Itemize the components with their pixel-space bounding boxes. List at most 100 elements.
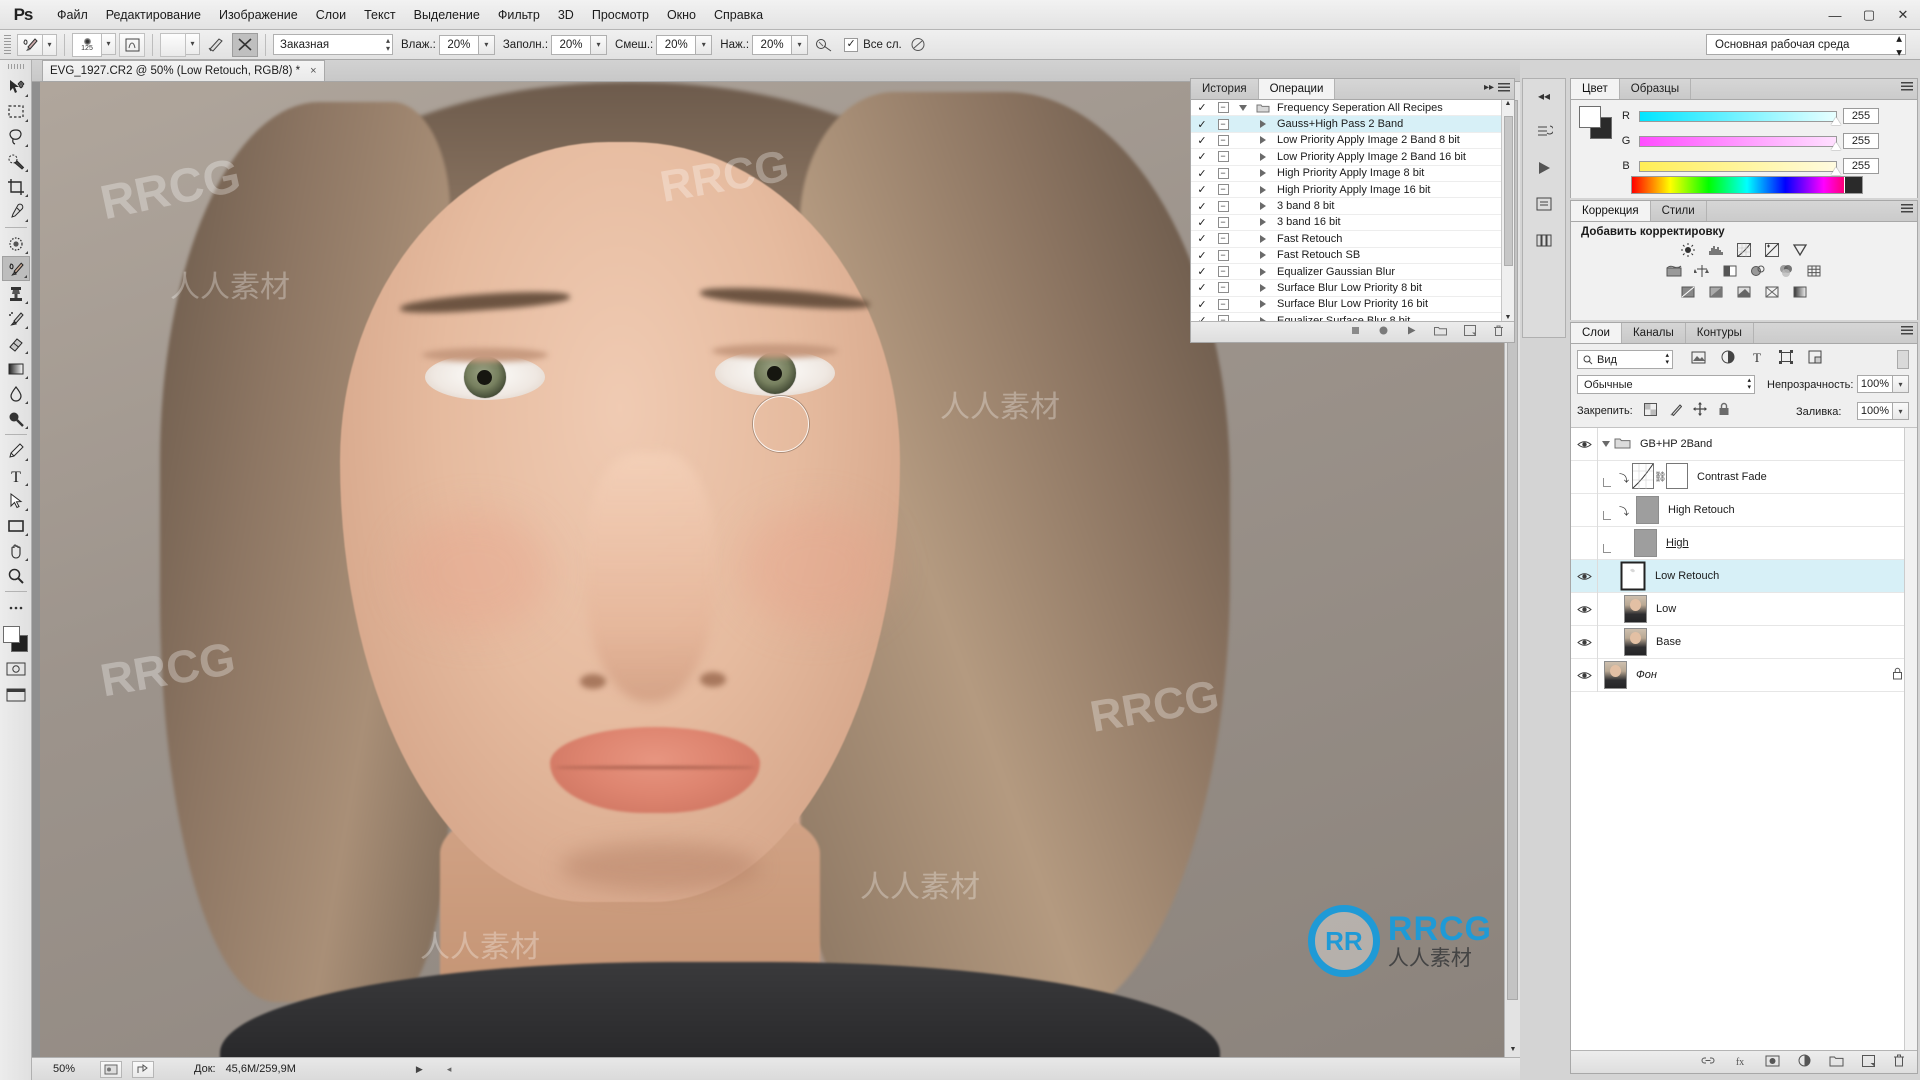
load-control[interactable]: 20% ▾ bbox=[551, 35, 607, 55]
marquee-tool[interactable] bbox=[2, 99, 30, 124]
sample-all-layers-checkbox[interactable]: ✓ Все сл. bbox=[844, 38, 902, 52]
blur-tool-flyout-icon[interactable] bbox=[25, 401, 28, 404]
layer-row[interactable]: ⤵ ⛓ Contrast Fade bbox=[1571, 461, 1917, 494]
dodge-tool-flyout-icon[interactable] bbox=[25, 426, 28, 429]
action-row[interactable]: ✓−Frequency Seperation All Recipes bbox=[1191, 100, 1514, 116]
fx-icon[interactable]: fx bbox=[1733, 1055, 1747, 1070]
layer-name[interactable]: High Retouch bbox=[1659, 504, 1735, 516]
current-brush-load-picker[interactable]: ▾ bbox=[160, 33, 200, 57]
mixer-brush-tool-flyout-icon[interactable] bbox=[24, 275, 27, 278]
new-action-icon[interactable] bbox=[1464, 325, 1476, 339]
actions-scroll-thumb[interactable] bbox=[1504, 116, 1513, 266]
layer-visibility-icon[interactable] bbox=[1571, 439, 1597, 450]
pen-tool[interactable] bbox=[2, 438, 30, 463]
close-icon[interactable]: × bbox=[310, 65, 316, 77]
layer-row[interactable]: Base bbox=[1571, 626, 1917, 659]
fill-chevron-icon[interactable]: ▾ bbox=[1893, 402, 1909, 420]
action-dialog-toggle[interactable]: − bbox=[1213, 168, 1233, 179]
history-brush-tool-flyout-icon[interactable] bbox=[25, 326, 28, 329]
minimize-button[interactable]: — bbox=[1818, 1, 1852, 29]
action-row[interactable]: ✓−Low Priority Apply Image 2 Band 8 bit bbox=[1191, 133, 1514, 149]
levels-icon[interactable] bbox=[1708, 242, 1725, 258]
brush-preset-chevron-icon[interactable]: ▾ bbox=[102, 33, 116, 55]
expand-icon[interactable] bbox=[1233, 105, 1253, 111]
tab-color[interactable]: Цвет bbox=[1571, 79, 1620, 99]
lasso-tool-flyout-icon[interactable] bbox=[25, 144, 28, 147]
delete-layer-icon[interactable] bbox=[1893, 1054, 1905, 1070]
action-row[interactable]: ✓−High Priority Apply Image 8 bit bbox=[1191, 166, 1514, 182]
channel-row-b[interactable]: B 255 bbox=[1619, 158, 1879, 174]
actions-scroll-down-icon[interactable]: ▼ bbox=[1502, 314, 1514, 321]
action-dialog-toggle[interactable]: − bbox=[1213, 119, 1233, 130]
expand-icon[interactable] bbox=[1253, 251, 1273, 259]
brush-load-chevron-icon[interactable]: ▾ bbox=[186, 33, 200, 55]
black-white-icon[interactable] bbox=[1722, 263, 1739, 279]
action-enabled-check[interactable]: ✓ bbox=[1191, 265, 1213, 278]
channel-row-r[interactable]: R 255 bbox=[1619, 108, 1879, 124]
layer-name[interactable]: High bbox=[1657, 537, 1689, 549]
menu-item-3d[interactable]: 3D bbox=[549, 4, 583, 26]
actions-play-strip-icon[interactable] bbox=[1529, 155, 1559, 181]
adjustments-panel-menu[interactable] bbox=[1901, 204, 1913, 214]
history-brush-tool[interactable] bbox=[2, 306, 30, 331]
menu-item-file[interactable]: Файл bbox=[48, 4, 97, 26]
zoom-tool[interactable] bbox=[2, 563, 30, 588]
airbrush-icon[interactable] bbox=[811, 33, 837, 57]
libraries-strip-icon[interactable] bbox=[1529, 227, 1559, 253]
wet-value[interactable]: 20% bbox=[439, 35, 479, 55]
expand-panels-icon[interactable]: ◂◂ bbox=[1529, 83, 1559, 109]
flow-control[interactable]: 20% ▾ bbox=[752, 35, 808, 55]
menu-item-filter[interactable]: Фильтр bbox=[489, 4, 549, 26]
eraser-tool-flyout-icon[interactable] bbox=[25, 351, 28, 354]
crop-tool-flyout-icon[interactable] bbox=[25, 194, 28, 197]
menu-item-edit[interactable]: Редактирование bbox=[97, 4, 210, 26]
eraser-tool[interactable] bbox=[2, 331, 30, 356]
panel-menu-icon[interactable] bbox=[1901, 204, 1913, 214]
adjustment-icon[interactable] bbox=[1798, 1054, 1811, 1070]
blend-mode-select[interactable]: Обычные ▴▾ bbox=[1577, 375, 1755, 394]
eyedropper-tool-flyout-icon[interactable] bbox=[25, 219, 28, 222]
color-panel-menu[interactable] bbox=[1901, 82, 1913, 92]
layer-row[interactable]: High bbox=[1571, 527, 1917, 560]
expand-icon[interactable] bbox=[1253, 235, 1273, 243]
action-enabled-check[interactable]: ✓ bbox=[1191, 298, 1213, 311]
blur-tool[interactable] bbox=[2, 381, 30, 406]
layer-name[interactable]: Base bbox=[1647, 636, 1681, 648]
document-tab[interactable]: EVG_1927.CR2 @ 50% (Low Retouch, RGB/8) … bbox=[42, 60, 325, 81]
tab-actions[interactable]: Операции bbox=[1259, 79, 1336, 99]
vibrance-icon[interactable] bbox=[1792, 242, 1809, 258]
action-row[interactable]: ✓−Surface Blur Low Priority 16 bit bbox=[1191, 297, 1514, 313]
action-enabled-check[interactable]: ✓ bbox=[1191, 281, 1213, 294]
menu-item-image[interactable]: Изображение bbox=[210, 4, 307, 26]
lasso-tool[interactable] bbox=[2, 124, 30, 149]
tools-panel-grip[interactable] bbox=[8, 64, 24, 69]
tab-styles[interactable]: Стили bbox=[1651, 201, 1707, 221]
layer-row[interactable]: Low bbox=[1571, 593, 1917, 626]
current-tool-picker[interactable]: ▾ bbox=[17, 34, 57, 56]
channel-slider-r[interactable] bbox=[1639, 111, 1837, 122]
actions-list[interactable]: ✓−Frequency Seperation All Recipes ✓−Gau… bbox=[1191, 100, 1514, 322]
layers-scrollbar[interactable] bbox=[1904, 428, 1917, 1052]
blend-mode-spinner-icon[interactable]: ▴▾ bbox=[1747, 378, 1751, 391]
channel-slider-g[interactable] bbox=[1639, 136, 1837, 147]
menu-item-layers[interactable]: Слои bbox=[307, 4, 355, 26]
menu-item-select[interactable]: Выделение bbox=[405, 4, 489, 26]
channel-slider-b[interactable] bbox=[1639, 161, 1837, 172]
history-strip-icon[interactable] bbox=[1529, 119, 1559, 145]
shape-filter-icon[interactable] bbox=[1779, 350, 1793, 367]
action-enabled-check[interactable]: ✓ bbox=[1191, 216, 1213, 229]
layer-row[interactable]: GB+HP 2Band bbox=[1571, 428, 1917, 461]
action-dialog-toggle[interactable]: − bbox=[1213, 266, 1233, 277]
action-row[interactable]: ✓−Fast Retouch SB bbox=[1191, 248, 1514, 264]
type-tool[interactable]: T bbox=[2, 463, 30, 488]
rectangle-tool-flyout-icon[interactable] bbox=[25, 533, 28, 536]
expand-icon[interactable] bbox=[1253, 169, 1273, 177]
scroll-down-icon[interactable]: ▼ bbox=[1505, 1041, 1520, 1057]
invert-icon[interactable] bbox=[1680, 284, 1697, 300]
channel-mixer-icon[interactable] bbox=[1778, 263, 1795, 279]
load-chevron-icon[interactable]: ▾ bbox=[591, 35, 607, 55]
smartobject-filter-icon[interactable] bbox=[1808, 350, 1822, 367]
layer-thumbnail[interactable] bbox=[1634, 529, 1657, 557]
opacity-value[interactable]: 100% bbox=[1857, 375, 1893, 393]
fill-value[interactable]: 100% bbox=[1857, 402, 1893, 420]
